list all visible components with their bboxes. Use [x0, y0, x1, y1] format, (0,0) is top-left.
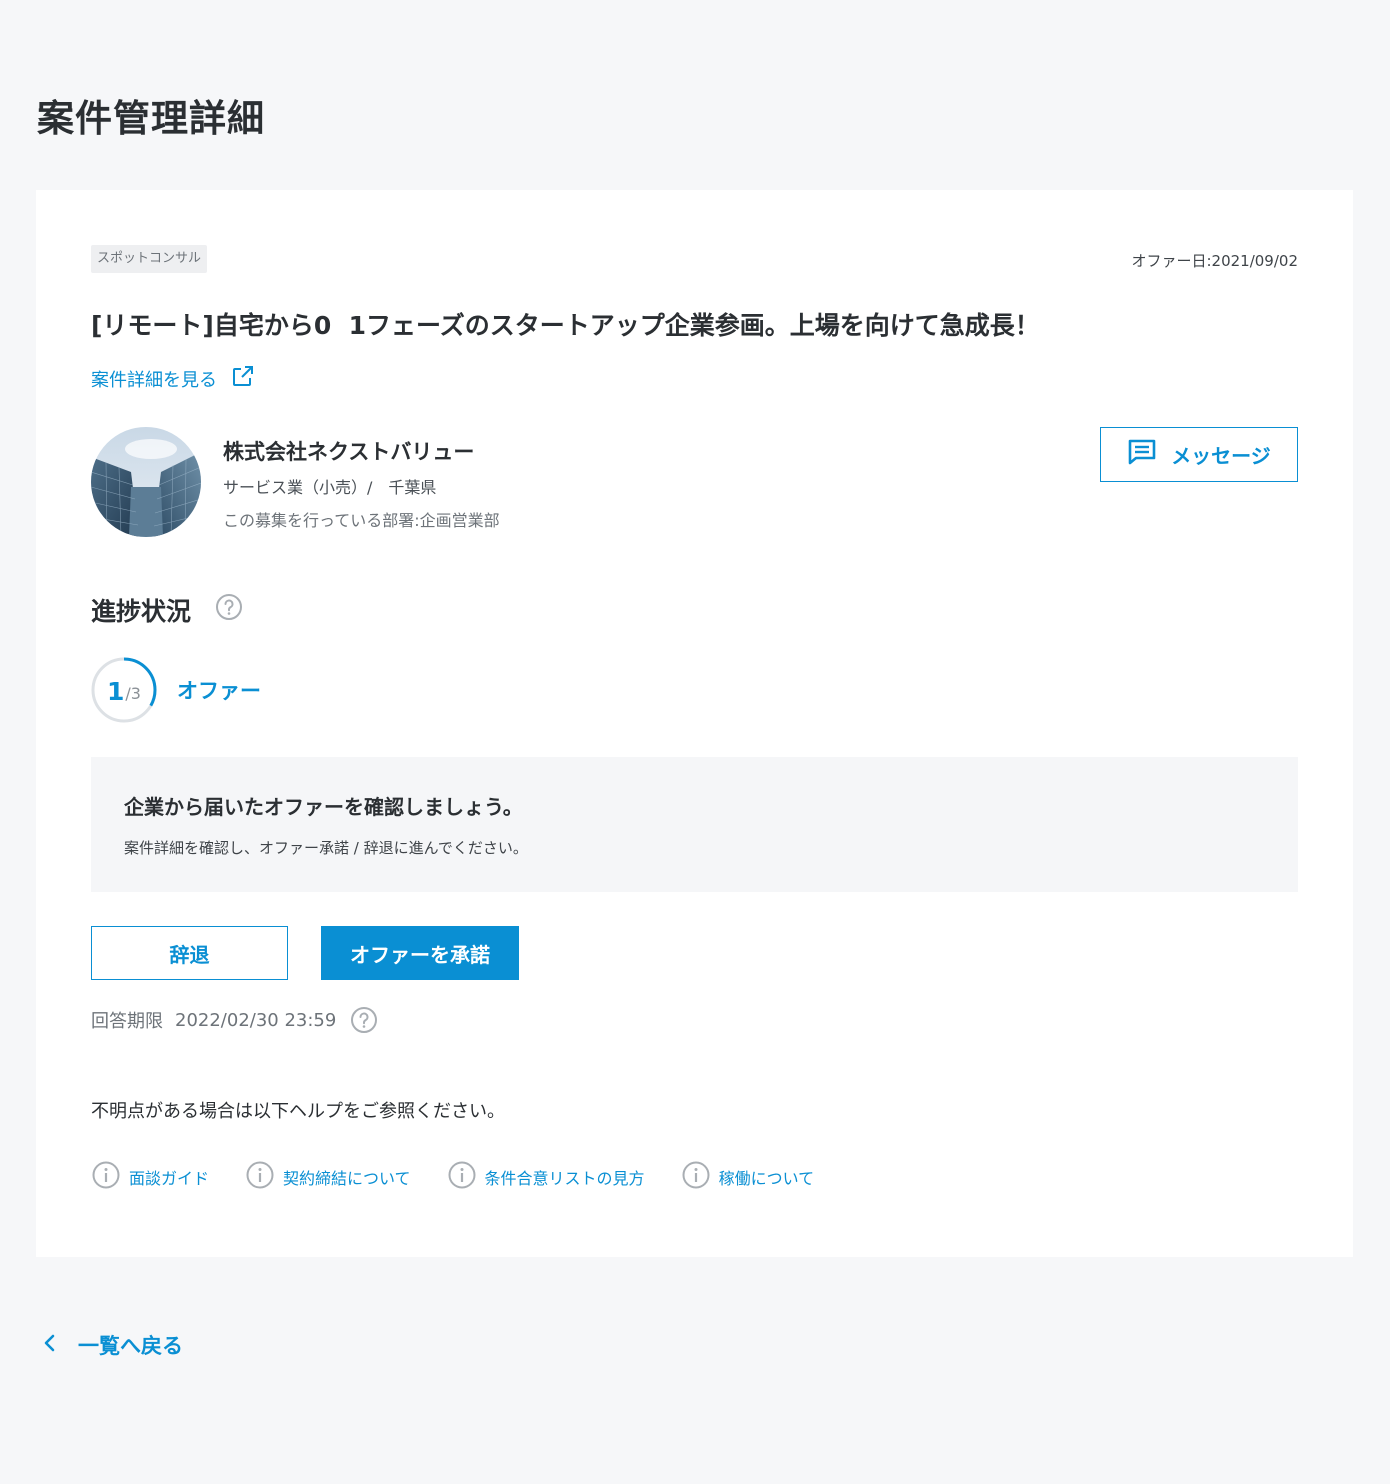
offer-detail-card: スポットコンサル オファー日:2021/09/02 [リモート]自宅から0 1フ… [36, 190, 1353, 1257]
help-link-label: 面談ガイド [129, 1169, 210, 1188]
accept-offer-button[interactable]: オファーを承諾 [321, 926, 519, 980]
back-to-list-link[interactable]: 一覧へ戻る [42, 1330, 183, 1360]
message-button[interactable]: メッセージ [1100, 427, 1298, 482]
help-link-label: 条件合意リストの見方 [484, 1169, 645, 1188]
help-link-interview-guide[interactable]: 面談ガイド [91, 1160, 209, 1194]
offer-date: オファー日:2021/09/02 [1131, 252, 1298, 270]
progress-ring: 1 /3 [91, 657, 157, 723]
instruction-box: 企業から届いたオファーを確認しましょう。 案件詳細を確認し、オファー承諾 / 辞… [91, 757, 1298, 892]
deadline-help-icon[interactable] [350, 1006, 378, 1034]
chevron-left-icon [42, 1333, 58, 1357]
deadline-value: 2022/02/30 23:59 [175, 1009, 337, 1031]
info-icon [681, 1160, 711, 1194]
progress-total: /3 [125, 684, 141, 703]
progress-stage-label: オファー [177, 679, 261, 703]
help-links: 面談ガイド 契約締結について 条件合意リストの見方 稼働について [91, 1160, 814, 1194]
help-link-agreement-list[interactable]: 条件合意リストの見方 [447, 1160, 645, 1194]
message-button-label: メッセージ [1171, 446, 1271, 468]
progress-current: 1 [107, 676, 125, 706]
help-link-operation[interactable]: 稼働について [681, 1160, 815, 1194]
help-note: 不明点がある場合は以下ヘルプをご参照ください。 [91, 1101, 505, 1122]
progress-indicator: 1 /3 オファー [91, 657, 261, 723]
job-detail-link[interactable]: 案件詳細を見る [91, 364, 255, 393]
chat-icon [1127, 438, 1157, 472]
progress-section-title: 進捗状況 [91, 592, 243, 628]
job-title: [リモート]自宅から0 1フェーズのスタートアップ企業参画。上場を向けて急成長！ [91, 311, 1040, 340]
back-link-label: 一覧へ戻る [78, 1334, 183, 1358]
help-link-contract[interactable]: 契約締結について [245, 1160, 411, 1194]
page-title: 案件管理詳細 [37, 97, 265, 140]
job-detail-link-label: 案件詳細を見る [91, 369, 217, 391]
help-icon[interactable] [215, 593, 243, 627]
company-industry-location: サービス業（小売）/ 千葉県 [223, 478, 437, 497]
company-avatar [91, 427, 201, 537]
category-tag: スポットコンサル [91, 245, 208, 273]
instruction-title: 企業から届いたオファーを確認しましょう。 [124, 795, 523, 819]
deadline-label: 回答期限 [91, 1011, 163, 1032]
external-link-icon [231, 364, 255, 393]
info-icon [91, 1160, 121, 1194]
instruction-text: 案件詳細を確認し、オファー承諾 / 辞退に進んでください。 [124, 839, 528, 857]
company-name: 株式会社ネクストバリュー [223, 440, 475, 464]
info-icon [245, 1160, 275, 1194]
company-department: この募集を行っている部署:企画営業部 [223, 511, 500, 530]
response-deadline: 回答期限 2022/02/30 23:59 [91, 1006, 378, 1034]
help-link-label: 契約締結について [283, 1169, 411, 1188]
info-icon [447, 1160, 477, 1194]
progress-title-text: 進捗状況 [91, 597, 192, 626]
decline-button[interactable]: 辞退 [91, 926, 288, 980]
help-link-label: 稼働について [718, 1169, 815, 1188]
